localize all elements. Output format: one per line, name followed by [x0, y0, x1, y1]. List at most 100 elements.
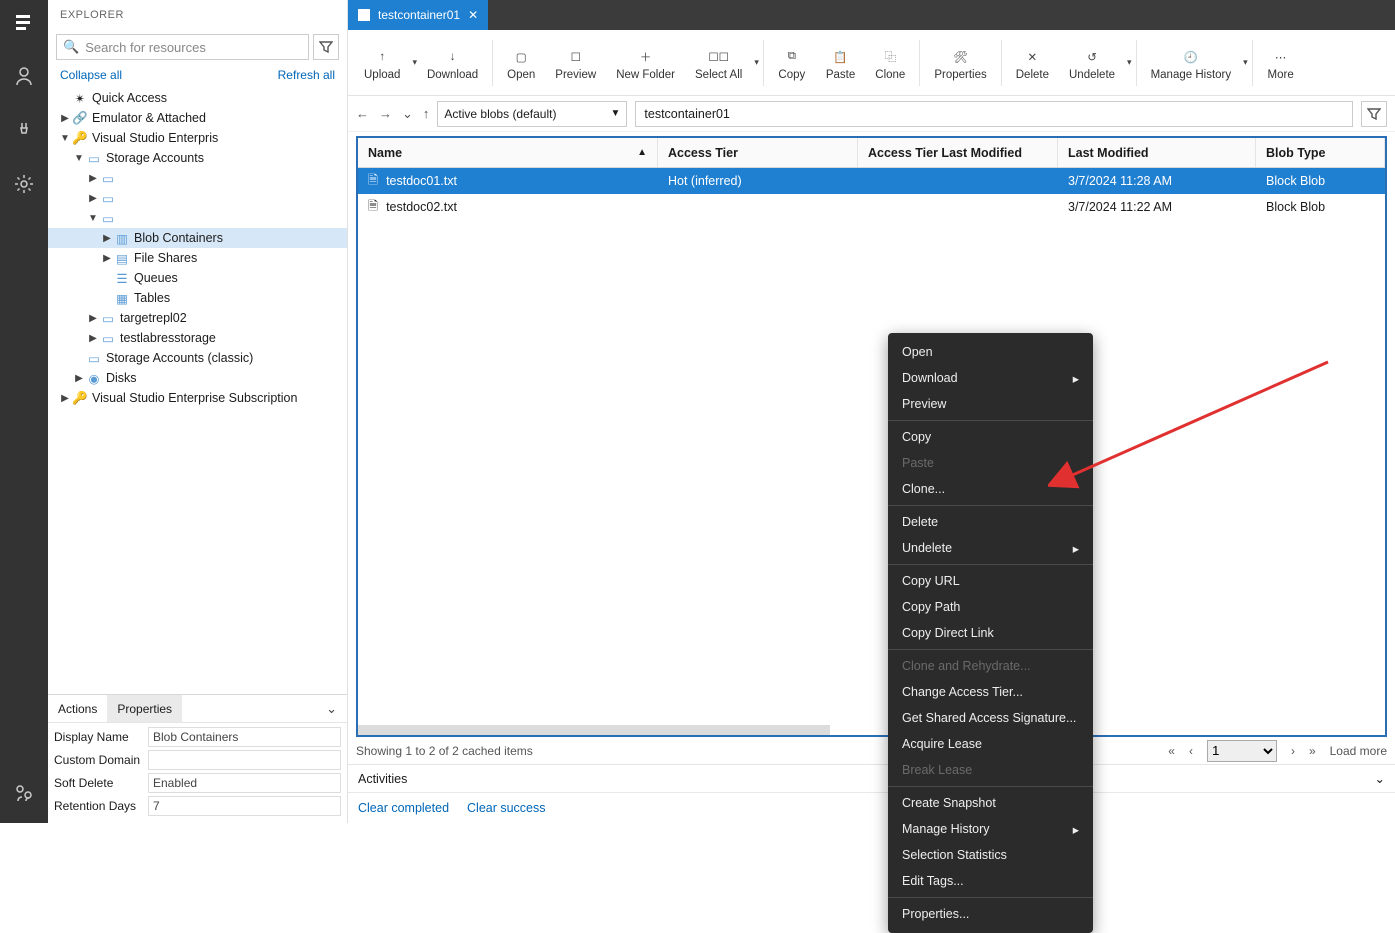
tree-storage-accounts[interactable]: ▼▭Storage Accounts: [48, 148, 347, 168]
view-filter-button[interactable]: [1361, 101, 1387, 127]
pager-page-select[interactable]: 1: [1207, 740, 1277, 762]
tree-storage-classic[interactable]: ▭Storage Accounts (classic): [48, 348, 347, 368]
select-all-dropdown-icon[interactable]: ▾: [754, 57, 759, 68]
delete-button[interactable]: ✕Delete: [1006, 34, 1059, 92]
clear-completed-link[interactable]: Clear completed: [358, 801, 449, 815]
pager-first-icon[interactable]: «: [1168, 744, 1175, 758]
tree-vs-enterprise[interactable]: ▼🔑Visual Studio Enterpris: [48, 128, 347, 148]
search-filter-button[interactable]: [313, 34, 339, 60]
tree-vs-subscription[interactable]: ▶🔑Visual Studio Enterprise Subscription: [48, 388, 347, 408]
explorer-panel: EXPLORER 🔍 Search for resources Collapse…: [48, 0, 348, 823]
tree-testlabress[interactable]: ▶▭testlabresstorage: [48, 328, 347, 348]
load-more-link[interactable]: Load more: [1330, 744, 1387, 758]
ctx-create-snapshot[interactable]: Create Snapshot: [888, 790, 1093, 816]
ctx-get-sas[interactable]: Get Shared Access Signature...: [888, 705, 1093, 731]
ctx-copy-direct-link[interactable]: Copy Direct Link: [888, 620, 1093, 646]
pager-next-icon[interactable]: ›: [1291, 744, 1295, 758]
close-tab-icon[interactable]: ✕: [468, 8, 478, 22]
path-input[interactable]: testcontainer01: [635, 101, 1353, 127]
tree-tables[interactable]: ▦Tables: [48, 288, 347, 308]
tree-storage-item-2[interactable]: ▶▭: [48, 188, 347, 208]
tree-quick-access[interactable]: ✴Quick Access: [48, 88, 347, 108]
ctx-undelete[interactable]: Undelete▸: [888, 535, 1093, 561]
pager-last-icon[interactable]: »: [1309, 744, 1316, 758]
ctx-delete[interactable]: Delete: [888, 509, 1093, 535]
collapse-all-link[interactable]: Collapse all: [60, 68, 122, 82]
tree-blob-containers[interactable]: ▶▥Blob Containers: [48, 228, 347, 248]
editor-tab-bar: testcontainer01 ✕: [348, 0, 1395, 30]
pager-prev-icon[interactable]: ‹: [1189, 744, 1193, 758]
ctx-edit-tags[interactable]: Edit Tags...: [888, 868, 1093, 894]
col-access-tier[interactable]: Access Tier: [658, 138, 858, 167]
horizontal-scrollbar[interactable]: [358, 725, 830, 735]
tree-disks[interactable]: ▶◉Disks: [48, 368, 347, 388]
table-row[interactable]: 🗎testdoc01.txt Hot (inferred) 3/7/2024 1…: [358, 168, 1385, 194]
table-row[interactable]: 🗎testdoc02.txt 3/7/2024 11:22 AM Block B…: [358, 194, 1385, 220]
paste-button[interactable]: 📋Paste: [816, 34, 865, 92]
tree-targetrepl[interactable]: ▶▭targetrepl02: [48, 308, 347, 328]
copy-button[interactable]: ⧉Copy: [768, 34, 816, 92]
upload-button[interactable]: ↑Upload: [354, 34, 410, 92]
open-button[interactable]: ▢Open: [497, 34, 545, 92]
toolbar: ↑Upload ▾ ↓Download ▢Open ☐Preview ＋New F…: [348, 30, 1395, 96]
download-button[interactable]: ↓Download: [417, 34, 488, 92]
undelete-button[interactable]: ↺Undelete: [1059, 34, 1125, 92]
undelete-dropdown-icon[interactable]: ▾: [1127, 57, 1132, 68]
prop-label-display-name: Display Name: [54, 730, 148, 744]
activities-collapse-icon[interactable]: ⌄: [1375, 771, 1385, 786]
new-folder-button[interactable]: ＋New Folder: [606, 34, 685, 92]
account-icon[interactable]: [10, 62, 38, 90]
preview-button[interactable]: ☐Preview: [545, 34, 606, 92]
ctx-properties[interactable]: Properties...: [888, 901, 1093, 927]
table-header: Name▲ Access Tier Access Tier Last Modif…: [358, 138, 1385, 168]
tree-queues[interactable]: ☰Queues: [48, 268, 347, 288]
tree-emulator[interactable]: ▶🔗Emulator & Attached: [48, 108, 347, 128]
container-tab[interactable]: testcontainer01 ✕: [348, 0, 488, 30]
nav-back-icon[interactable]: ←: [356, 106, 369, 122]
manage-history-button[interactable]: 🕘Manage History: [1141, 34, 1242, 92]
ctx-change-access-tier[interactable]: Change Access Tier...: [888, 679, 1093, 705]
activity-bar: [0, 0, 48, 823]
clone-button[interactable]: ⿻Clone: [865, 34, 915, 92]
ctx-acquire-lease[interactable]: Acquire Lease: [888, 731, 1093, 757]
view-select[interactable]: Active blobs (default)▼: [437, 101, 627, 127]
col-name[interactable]: Name▲: [358, 138, 658, 167]
nav-forward-icon[interactable]: →: [379, 106, 392, 122]
connect-icon[interactable]: [10, 116, 38, 144]
col-access-tier-modified[interactable]: Access Tier Last Modified: [858, 138, 1058, 167]
manage-history-dropdown-icon[interactable]: ▾: [1243, 57, 1248, 68]
properties-menu-dropdown[interactable]: ⌄: [316, 701, 347, 717]
tab-properties[interactable]: Properties: [107, 695, 182, 722]
explorer-activity-icon[interactable]: [10, 8, 38, 36]
prop-value-custom-domain[interactable]: [148, 750, 341, 770]
ctx-download[interactable]: Download▸: [888, 365, 1093, 391]
ctx-copy-path[interactable]: Copy Path: [888, 594, 1093, 620]
select-all-button[interactable]: ☐☐Select All: [685, 34, 752, 92]
ctx-selection-statistics[interactable]: Selection Statistics: [888, 842, 1093, 868]
ctx-copy[interactable]: Copy: [888, 424, 1093, 450]
col-blob-type[interactable]: Blob Type: [1256, 138, 1385, 167]
col-last-modified[interactable]: Last Modified: [1058, 138, 1256, 167]
ctx-open[interactable]: Open: [888, 339, 1093, 365]
nav-dropdown-icon[interactable]: ⌄: [402, 106, 413, 122]
prop-value-soft-delete[interactable]: [148, 773, 341, 793]
properties-button[interactable]: 🛠Properties: [924, 34, 996, 92]
ctx-clone[interactable]: Clone...: [888, 476, 1093, 502]
settings-gear-icon[interactable]: [10, 170, 38, 198]
activities-header: Activities ⌄: [348, 765, 1395, 793]
clear-successful-link[interactable]: Clear success: [467, 801, 546, 815]
prop-value-retention[interactable]: [148, 796, 341, 816]
more-button[interactable]: ⋯More: [1257, 34, 1305, 92]
tree-storage-item-1[interactable]: ▶▭: [48, 168, 347, 188]
prop-value-display-name[interactable]: [148, 727, 341, 747]
tab-actions[interactable]: Actions: [48, 695, 107, 722]
search-input[interactable]: 🔍 Search for resources: [56, 34, 309, 60]
feedback-icon[interactable]: [10, 779, 38, 807]
ctx-copy-url[interactable]: Copy URL: [888, 568, 1093, 594]
nav-up-icon[interactable]: ↑: [423, 106, 430, 122]
tree-storage-item-3[interactable]: ▼▭: [48, 208, 347, 228]
ctx-preview[interactable]: Preview: [888, 391, 1093, 417]
tree-file-shares[interactable]: ▶▤File Shares: [48, 248, 347, 268]
ctx-manage-history[interactable]: Manage History▸: [888, 816, 1093, 842]
refresh-all-link[interactable]: Refresh all: [278, 68, 335, 82]
